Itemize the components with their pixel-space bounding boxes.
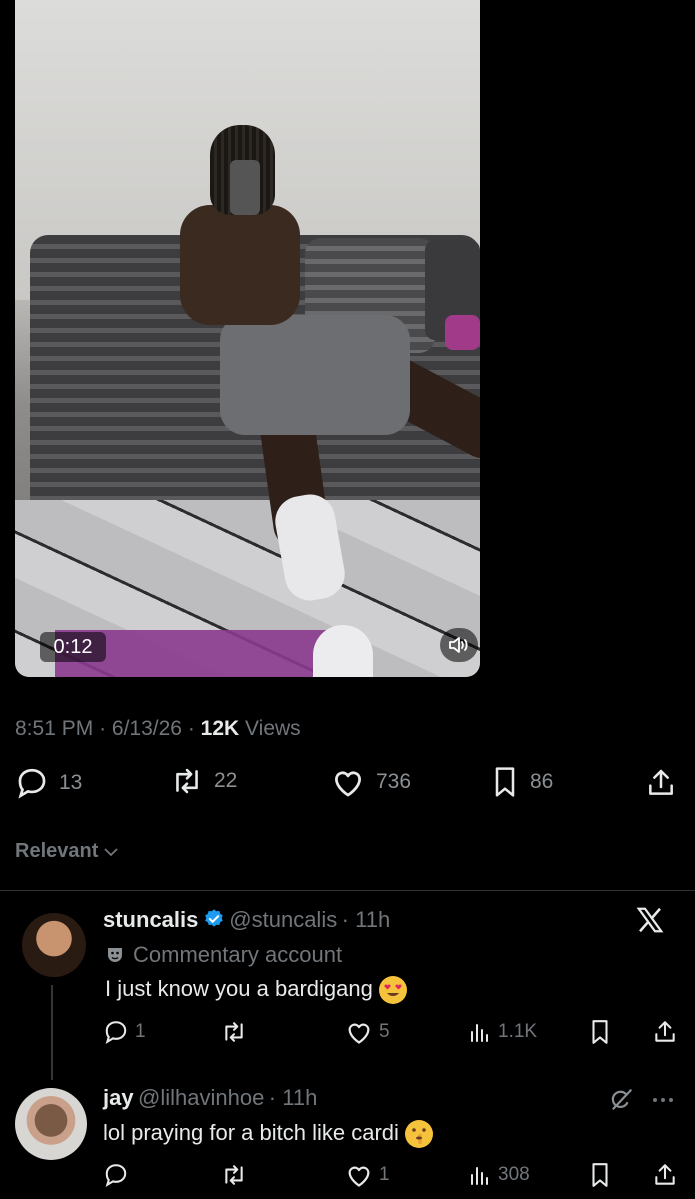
like-icon [334,771,362,797]
volume-button[interactable] [440,628,478,662]
views-count: 1.1K [498,1021,538,1042]
reply-time: 11h [355,907,391,932]
account-label: Commentary account [105,942,342,968]
separator: · [99,717,107,740]
like-button[interactable]: 1 [345,1162,390,1188]
repost-icon [176,768,198,794]
repost-button[interactable] [220,1020,248,1044]
handle[interactable]: @stuncalis [229,907,337,932]
repost-button[interactable]: 22 [170,766,237,796]
grok-icon [611,1089,632,1110]
share-button[interactable] [652,1018,678,1046]
share-icon [649,769,673,795]
views-count: 308 [498,1164,530,1185]
bookmark-icon [592,1020,608,1044]
reply-count: 13 [59,771,83,794]
reply-icon [105,1164,127,1187]
thread-line [51,985,53,1080]
reply-button[interactable]: 13 [15,766,82,800]
reply-button[interactable]: 1 [103,1019,146,1045]
like-button[interactable]: 736 [330,766,411,798]
repost-button[interactable] [220,1163,248,1187]
post-meta: 8:51 PM · 6/13/26 · 12K Views [15,717,301,741]
bookmark-button[interactable] [588,1162,612,1188]
reply-time: 11h [282,1085,318,1110]
reply-body: I just know you a bardigang [105,976,407,1005]
sort-label: Relevant [15,840,99,862]
repost-icon [225,1022,243,1042]
x-logo-icon [636,907,664,933]
share-button[interactable] [652,1161,678,1189]
theater-masks-icon [108,948,122,962]
video-player[interactable]: 0:12 [15,0,480,677]
verified-badge-icon [205,909,223,927]
bookmark-button[interactable] [588,1019,612,1045]
bookmark-button[interactable]: 86 [490,766,553,798]
share-button[interactable] [645,766,677,800]
separator: · [187,717,195,740]
repost-count: 22 [214,769,238,792]
reply-text: lol praying for a bitch like cardi [103,1120,399,1145]
views-count: 12K [200,717,240,740]
share-icon [655,1164,675,1185]
reply-header: jay @lilhavinhoe · 11h [103,1085,318,1110]
post-time[interactable]: 8:51 PM [15,717,93,740]
volume-icon [449,637,468,653]
reply-body: lol praying for a bitch like cardi [103,1120,434,1149]
bookmark-count: 86 [530,770,554,793]
more-options-button[interactable] [650,1090,676,1115]
grok-button[interactable] [608,1087,634,1118]
video-frame-pillow [445,315,480,350]
bookmark-icon [592,1163,608,1187]
sort-dropdown[interactable]: Relevant [15,840,119,863]
views-icon [471,1167,488,1185]
handle[interactable]: @lilhavinhoe [138,1085,264,1110]
like-count: 5 [379,1021,390,1042]
like-count: 736 [376,770,412,793]
reply-text: I just know you a bardigang [105,976,373,1001]
reply-button[interactable] [103,1162,129,1188]
account-badge-text: Commentary account [133,942,343,967]
views-button[interactable]: 1.1K [468,1020,537,1044]
video-duration-badge: 0:12 [40,632,106,662]
reply-icon [18,768,46,799]
video-frame-shorts [220,315,410,435]
avatar[interactable] [15,1088,87,1160]
chevron-down-icon [104,847,119,856]
reply-icon [105,1021,127,1044]
x-logo-button[interactable] [635,905,665,940]
views-icon [471,1024,488,1042]
like-icon [348,1023,370,1044]
display-name[interactable]: stuncalis [103,907,198,932]
video-frame-sock [313,625,373,677]
shushing-face-emoji [405,1120,434,1149]
video-frame-phone [230,160,260,215]
divider [0,890,695,891]
reply-header: stuncalis @stuncalis · 11h [103,907,391,932]
like-icon [348,1166,370,1187]
heart-eyes-emoji [378,976,407,1005]
more-icon [653,1098,673,1102]
reply-count: 1 [135,1021,146,1042]
repost-icon [225,1165,243,1185]
post-date[interactable]: 6/13/26 [112,717,182,740]
views-label: Views [245,717,301,740]
views-button[interactable]: 308 [468,1163,530,1187]
display-name[interactable]: jay [103,1085,134,1110]
post-actions-bar: 13 22 736 86 [15,766,680,806]
bookmark-icon [495,767,515,797]
like-button[interactable]: 5 [345,1019,390,1045]
share-icon [655,1021,675,1042]
like-count: 1 [379,1164,390,1185]
video-frame-torso [180,205,300,325]
avatar[interactable] [22,913,86,977]
